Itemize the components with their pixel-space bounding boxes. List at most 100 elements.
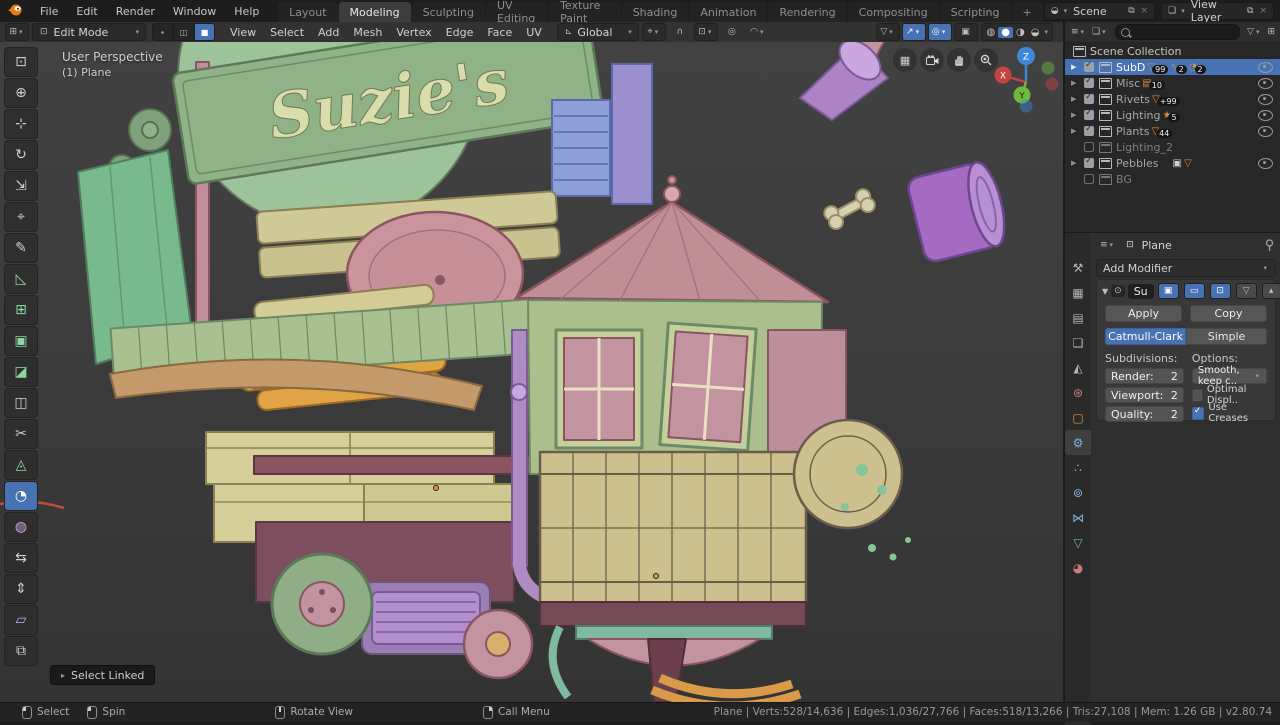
tool-bevel[interactable]: ◪ (4, 357, 38, 387)
tool-extrude-region[interactable]: ⊞ (4, 295, 38, 325)
tool-cursor[interactable]: ⊕ (4, 78, 38, 108)
display-mode-dropdown[interactable]: ❏ ▾ (1089, 27, 1111, 37)
visibility-eye-icon[interactable] (1258, 61, 1273, 73)
workspace-tab-texture-paint[interactable]: Texture Paint (549, 0, 621, 25)
add-workspace-button[interactable]: + (1011, 2, 1043, 22)
viewport-subdivisions-field[interactable]: Viewport: 2 (1105, 387, 1184, 403)
tab-material[interactable]: ◕ (1065, 555, 1091, 580)
checkbox[interactable] (1084, 60, 1094, 72)
render-visibility-toggle[interactable]: ▣ (1157, 283, 1179, 299)
outliner-row-subd[interactable]: ▶ SubD ▽99 ∿2 ◔2 (1065, 59, 1280, 75)
tool-shear[interactable]: ▱ (4, 605, 38, 635)
visibility-eye-icon[interactable] (1258, 77, 1273, 89)
tab-scene[interactable]: ◭ (1065, 355, 1091, 380)
tool-rotate[interactable]: ↻ (4, 140, 38, 170)
tab-tool[interactable]: ⚒ (1065, 255, 1091, 280)
proportional-falloff-dropdown[interactable]: ◠ ▾ (746, 23, 770, 41)
outliner-row-lighting-2[interactable]: Lighting_2 (1065, 139, 1280, 155)
edge-select-mode-button[interactable]: ◫ (173, 23, 194, 41)
unlink-scene-icon[interactable]: × (1138, 6, 1152, 16)
visibility-eye-icon[interactable] (1258, 93, 1273, 105)
checkbox[interactable] (1084, 156, 1094, 168)
tool-scale[interactable]: ⇲ (4, 171, 38, 201)
outliner-row-misc[interactable]: ▶ Misc ▤10 (1065, 75, 1280, 91)
expand-arrow-icon[interactable]: ▶ (1071, 159, 1081, 167)
checkbox[interactable] (1084, 174, 1094, 184)
menu-edit[interactable]: Edit (67, 0, 106, 22)
tab-object-data[interactable]: ▽ (1065, 530, 1091, 555)
menu-add[interactable]: Add (311, 26, 346, 39)
menu-window[interactable]: Window (164, 0, 225, 22)
editor-type-button[interactable]: ≡ ▾ (1068, 27, 1089, 37)
menu-render[interactable]: Render (107, 0, 164, 22)
transform-orientation-dropdown[interactable]: ⊾ Global ▾ (556, 23, 639, 41)
optimal-display-checkbox[interactable] (1191, 388, 1203, 402)
tool-loop-cut[interactable]: ◫ (4, 388, 38, 418)
pin-icon[interactable] (1264, 238, 1275, 252)
tool-edge-slide[interactable]: ⇆ (4, 543, 38, 573)
tab-modifiers[interactable]: ⚙ (1065, 430, 1091, 455)
menu-face[interactable]: Face (480, 26, 519, 39)
expand-arrow-icon[interactable]: ▼ (1102, 287, 1108, 296)
mode-selector[interactable]: ⊡ Edit Mode ▾ (32, 23, 146, 41)
apply-button[interactable]: Apply (1105, 305, 1182, 322)
modifier-name-field[interactable]: Su (1127, 283, 1154, 299)
visibility-eye-icon[interactable] (1258, 157, 1273, 169)
tool-transform[interactable]: ⌖ (4, 202, 38, 232)
render-subdivisions-field[interactable]: Render: 2 (1105, 368, 1184, 384)
vertex-select-mode-button[interactable]: ∙ (152, 23, 173, 41)
workspace-tab-scripting[interactable]: Scripting (939, 2, 1011, 22)
tool-poly-build[interactable]: ◬ (4, 450, 38, 480)
tool-knife[interactable]: ✂ (4, 419, 38, 449)
pivot-point-dropdown[interactable]: ⌖ ▾ (641, 23, 666, 41)
outliner-row-plants[interactable]: ▶ Plants ▽44 (1065, 123, 1280, 139)
tool-annotate[interactable]: ✎ (4, 233, 38, 263)
toggle-perspective-button[interactable]: ▦ (893, 48, 917, 72)
tab-particles[interactable]: ∴ (1065, 455, 1091, 480)
remove-view-layer-icon[interactable]: × (1256, 6, 1270, 16)
outliner-row-pebbles[interactable]: ▶ Pebbles ▣ ▽ (1065, 155, 1280, 171)
outliner-row-lighting[interactable]: ▶ Lighting ★5 (1065, 107, 1280, 123)
outliner-row-rivets[interactable]: ▶ Rivets ▽+99 (1065, 91, 1280, 107)
filter-dropdown[interactable]: ▽ ▾ (1244, 27, 1264, 37)
wireframe-shading-button[interactable]: ◍ (984, 27, 999, 38)
material-preview-button[interactable]: ◑ (1013, 27, 1028, 38)
new-view-layer-icon[interactable]: ⧉ (1244, 6, 1256, 16)
realtime-visibility-toggle[interactable]: ▭ (1183, 283, 1205, 299)
snap-toggle-magnet-icon[interactable]: ∩ (668, 23, 692, 41)
expand-arrow-icon[interactable]: ▶ (1071, 63, 1081, 71)
use-creases-checkbox[interactable] (1191, 406, 1205, 420)
tool-move[interactable]: ⊹ (4, 109, 38, 139)
checkbox[interactable] (1084, 124, 1094, 136)
visibility-eye-icon[interactable] (1258, 125, 1273, 137)
show-gizmo-button[interactable]: ↗ ▾ (901, 23, 926, 41)
visibility-eye-icon[interactable] (1258, 109, 1273, 121)
checkbox[interactable] (1084, 76, 1094, 88)
scene-selector[interactable]: ◒ ▾ Scene ⧉ × (1043, 2, 1156, 20)
tab-render[interactable]: ▦ (1065, 280, 1091, 305)
expand-arrow-icon[interactable]: ▶ (1071, 127, 1081, 135)
3d-viewport[interactable]: Suzie's User Perspective (1) Plane ⊡ ⊕ ⊹… (0, 42, 1063, 702)
tool-smooth[interactable]: ◍ (4, 512, 38, 542)
tool-spin[interactable]: ◔ (4, 481, 38, 511)
editmode-visibility-toggle[interactable]: ⊡ (1209, 283, 1231, 299)
tool-rip-region[interactable]: ⧉ (4, 636, 38, 666)
checkbox[interactable] (1084, 142, 1094, 152)
tool-measure[interactable]: ◺ (4, 264, 38, 294)
tool-inset-faces[interactable]: ▣ (4, 326, 38, 356)
solid-shading-button[interactable]: ● (998, 26, 1014, 38)
workspace-tab-shading[interactable]: Shading (621, 2, 689, 22)
expand-arrow-icon[interactable]: ▶ (1071, 95, 1081, 103)
camera-view-button[interactable] (920, 48, 944, 72)
menu-mesh[interactable]: Mesh (346, 26, 389, 39)
menu-select[interactable]: Select (263, 26, 311, 39)
outliner-row-bg[interactable]: BG (1065, 171, 1280, 187)
move-view-button[interactable] (947, 48, 971, 72)
outliner-root-row[interactable]: Scene Collection (1065, 43, 1280, 59)
xray-toggle-button[interactable]: ▣ (953, 23, 978, 41)
tab-physics[interactable]: ⊚ (1065, 480, 1091, 505)
tool-shrink-fatten[interactable]: ⇕ (4, 574, 38, 604)
tab-constraints[interactable]: ⋈ (1065, 505, 1091, 530)
workspace-tab-layout[interactable]: Layout (278, 2, 338, 22)
checkbox[interactable] (1084, 92, 1094, 104)
